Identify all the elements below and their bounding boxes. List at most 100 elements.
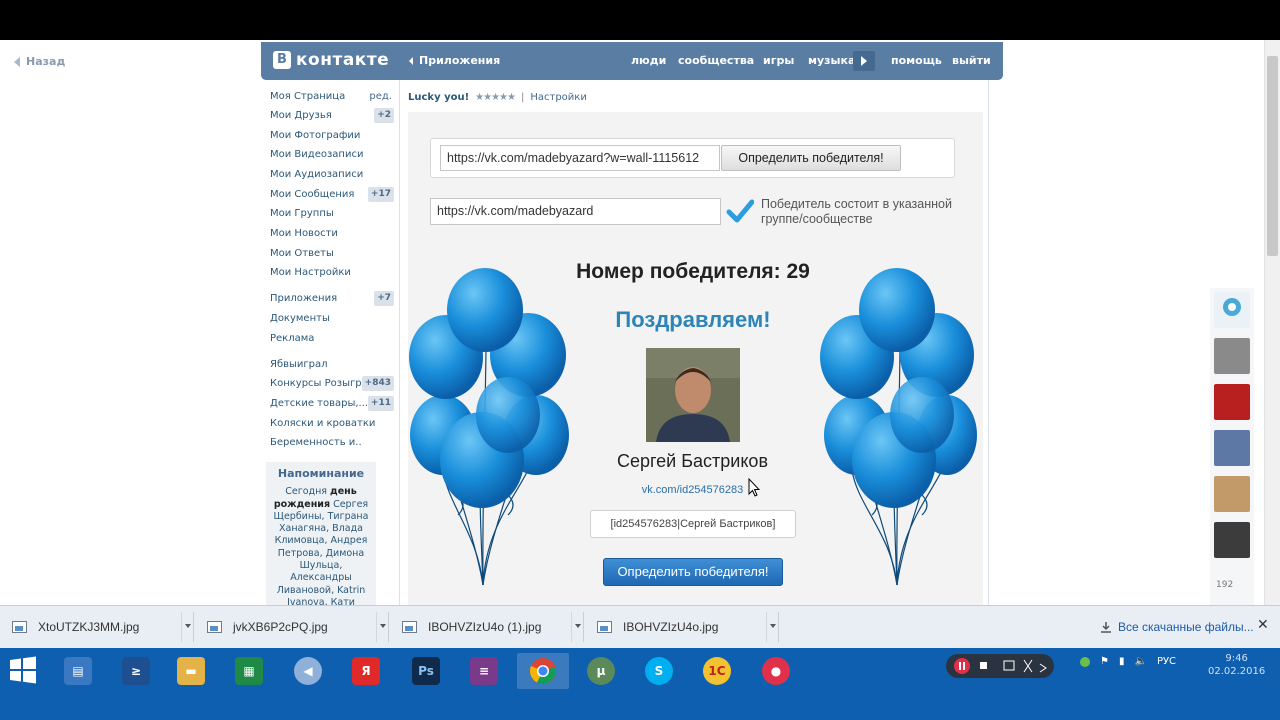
torrent-icon[interactable]: μ <box>575 653 627 689</box>
download-item[interactable]: IBOHVZIzU4o.jpg <box>587 612 779 642</box>
menu-item-messages[interactable]: Мои Сообщения +17 <box>270 186 394 204</box>
periscope-icon[interactable] <box>1214 292 1250 328</box>
back-button[interactable]: Назад <box>14 55 65 68</box>
group-membership-note: Победитель состоит в указанной группе/со… <box>761 197 952 226</box>
menu-item-group-4[interactable]: Коляски и кроватки <box>270 415 394 433</box>
friend-avatar[interactable] <box>1214 476 1250 512</box>
menu-item-groups[interactable]: Мои Группы <box>270 205 394 223</box>
nav-logout[interactable]: выйти <box>952 54 991 67</box>
menu-item-group-2[interactable]: Конкурсы Розыгр... +843 <box>270 375 394 393</box>
menu-item-answers[interactable]: Мои Ответы <box>270 245 394 263</box>
menu-item-my-page[interactable]: Моя Страница ред. <box>270 88 394 106</box>
powershell-icon[interactable]: ≥ <box>110 653 162 689</box>
menu-item-label: Мои Видеозаписи <box>270 149 364 160</box>
nav-people[interactable]: люди <box>631 54 666 67</box>
menu-item-label: Коляски и кроватки <box>270 418 376 429</box>
folder-icon[interactable]: ▬ <box>165 653 217 689</box>
explorer-icon[interactable]: ▤ <box>52 653 104 689</box>
download-filename: XtoUTZKJ3MM.jpg <box>38 620 140 634</box>
dropdown-arrow-icon[interactable] <box>766 612 778 642</box>
friend-avatar[interactable] <box>1214 430 1250 466</box>
menu-item-documents[interactable]: Документы <box>270 310 394 328</box>
friend-avatar[interactable] <box>1214 338 1250 374</box>
music-play-icon[interactable] <box>853 51 875 71</box>
winrar-icon[interactable]: ≡ <box>458 653 510 689</box>
vk-logo[interactable]: В контакте <box>273 50 389 70</box>
flag-icon[interactable]: ⚑ <box>1100 656 1109 667</box>
image-file-icon <box>12 621 27 633</box>
menu-item-group-3[interactable]: Детские товары,... +11 <box>270 395 394 413</box>
menu-item-ads[interactable]: Реклама <box>270 330 394 348</box>
speaker-icon[interactable]: ◀ <box>282 653 334 689</box>
edit-link[interactable]: ред. <box>369 88 392 106</box>
download-filename: IBOHVZIzU4o (1).jpg <box>428 620 542 634</box>
friend-avatar[interactable] <box>1214 522 1250 558</box>
determine-winner-button[interactable]: Определить победителя! <box>603 558 783 586</box>
media-controls[interactable] <box>946 654 1054 678</box>
nav-help[interactable]: помощь <box>891 54 942 67</box>
yandex-icon[interactable]: Я <box>340 653 392 689</box>
dropdown-arrow-icon[interactable] <box>181 612 193 642</box>
reminder-title: Напоминание <box>277 467 365 480</box>
network-icon[interactable]: ▮ <box>1119 656 1125 667</box>
menu-item-photos[interactable]: Мои Фотографии <box>270 127 394 145</box>
clock[interactable]: 9:46 02.02.2016 <box>1208 652 1265 678</box>
page-scrollbar[interactable] <box>1264 40 1280 605</box>
rating-stars: ★★★★★ <box>475 92 516 103</box>
menu-item-label: Документы <box>270 313 330 324</box>
browser-viewport: Назад В контакте Приложения люди сообщес… <box>0 40 1280 605</box>
download-item[interactable]: XtoUTZKJ3MM.jpg <box>2 612 194 642</box>
friend-avatar[interactable] <box>1214 384 1250 420</box>
excel-icon[interactable]: ▦ <box>223 653 275 689</box>
determine-winner-button-top[interactable]: Определить победителя! <box>721 145 901 171</box>
close-icon[interactable]: ✕ <box>1257 617 1269 633</box>
system-tray: ⚑ ▮ 🔈 РУС <box>1080 656 1176 667</box>
menu-item-apps[interactable]: Приложения +7 <box>270 290 394 308</box>
winner-avatar[interactable] <box>646 348 740 442</box>
windows-taskbar: ▤ ≥ ▬ ▦ ◀ Я Ps ≡ μ S 1C ● ⚑ ▮ 🔈 РУС 9:46… <box>0 648 1280 720</box>
scrollbar-thumb[interactable] <box>1267 56 1278 256</box>
nav-communities[interactable]: сообщества <box>678 54 754 67</box>
group-url-input[interactable]: https://vk.com/madebyazard <box>430 198 721 225</box>
post-url-input[interactable]: https://vk.com/madebyazard?w=wall-111561… <box>440 145 720 171</box>
nav-music[interactable]: музыка <box>808 54 855 67</box>
balloons-right-illustration <box>820 268 977 586</box>
app-name[interactable]: Lucky you! <box>408 92 469 103</box>
volume-icon[interactable]: 🔈 <box>1134 656 1146 667</box>
menu-item-friends[interactable]: Мои Друзья +2 <box>270 107 394 125</box>
dropdown-arrow-icon[interactable] <box>571 612 583 642</box>
checkmark-icon[interactable] <box>726 198 754 226</box>
language-indicator[interactable]: РУС <box>1157 656 1176 667</box>
mouse-cursor-icon <box>748 478 760 497</box>
menu-item-audio[interactable]: Мои Аудиозаписи <box>270 166 394 184</box>
winner-mention-code[interactable]: [id254576283|Сергей Бастриков] <box>590 510 796 538</box>
nav-games[interactable]: игры <box>763 54 794 67</box>
winner-profile-link[interactable]: vk.com/id254576283 <box>560 484 825 496</box>
vk-logo-text: контакте <box>296 50 390 70</box>
vk-header: В контакте Приложения люди сообщества иг… <box>261 42 1003 80</box>
all-downloads-link[interactable]: Все скачанные файлы... <box>1100 620 1254 634</box>
photoshop-icon[interactable]: Ps <box>400 653 452 689</box>
settings-link[interactable]: Настройки <box>530 92 586 103</box>
menu-item-settings[interactable]: Мои Настройки <box>270 264 394 282</box>
winner-name: Сергей Бастриков <box>616 451 769 471</box>
recorder-icon[interactable]: ● <box>750 653 802 689</box>
chrome-icon[interactable] <box>517 653 569 689</box>
menu-item-label: Мои Сообщения <box>270 189 355 200</box>
menu-item-news[interactable]: Мои Новости <box>270 225 394 243</box>
download-item[interactable]: jvkXB6P2cPQ.jpg <box>197 612 389 642</box>
windows-start-icon[interactable] <box>8 655 38 685</box>
menu-item-label: Реклама <box>270 333 315 344</box>
skype-icon[interactable]: S <box>633 653 685 689</box>
menu-item-group-1[interactable]: Ябвыиграл <box>270 356 394 374</box>
menu-item-group-5[interactable]: Беременность и.. <box>270 434 394 452</box>
apps-link[interactable]: Приложения <box>409 54 500 67</box>
reminder-names[interactable]: Сергея Щербины, Тиграна Ханагяна, Влада … <box>274 499 369 605</box>
reminder-text: Сегодня день рождения Сергея Щербины, Ти… <box>270 486 372 605</box>
menu-item-label: Мои Новости <box>270 228 338 239</box>
download-item[interactable]: IBOHVZIzU4o (1).jpg <box>392 612 584 642</box>
tray-app-icon[interactable] <box>1080 656 1090 667</box>
menu-item-videos[interactable]: Мои Видеозаписи <box>270 146 394 164</box>
dropdown-arrow-icon[interactable] <box>376 612 388 642</box>
1c-icon[interactable]: 1C <box>691 653 743 689</box>
